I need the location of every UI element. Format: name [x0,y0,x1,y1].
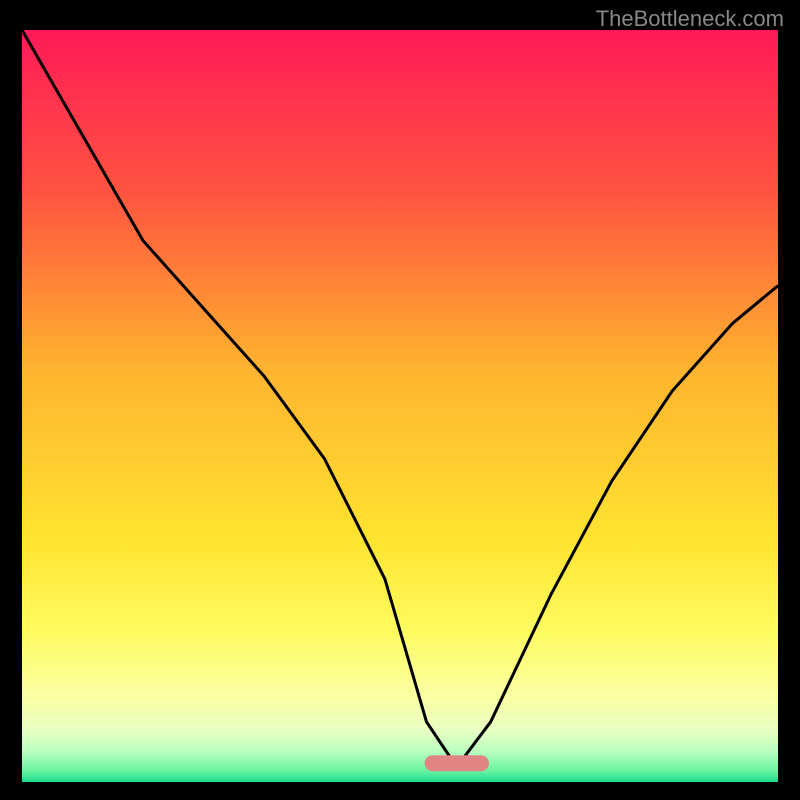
bottleneck-marker [425,755,489,771]
chart-frame [22,30,778,782]
watermark-text: TheBottleneck.com [596,6,784,32]
gradient-background [22,30,778,782]
chart-svg [22,30,778,782]
